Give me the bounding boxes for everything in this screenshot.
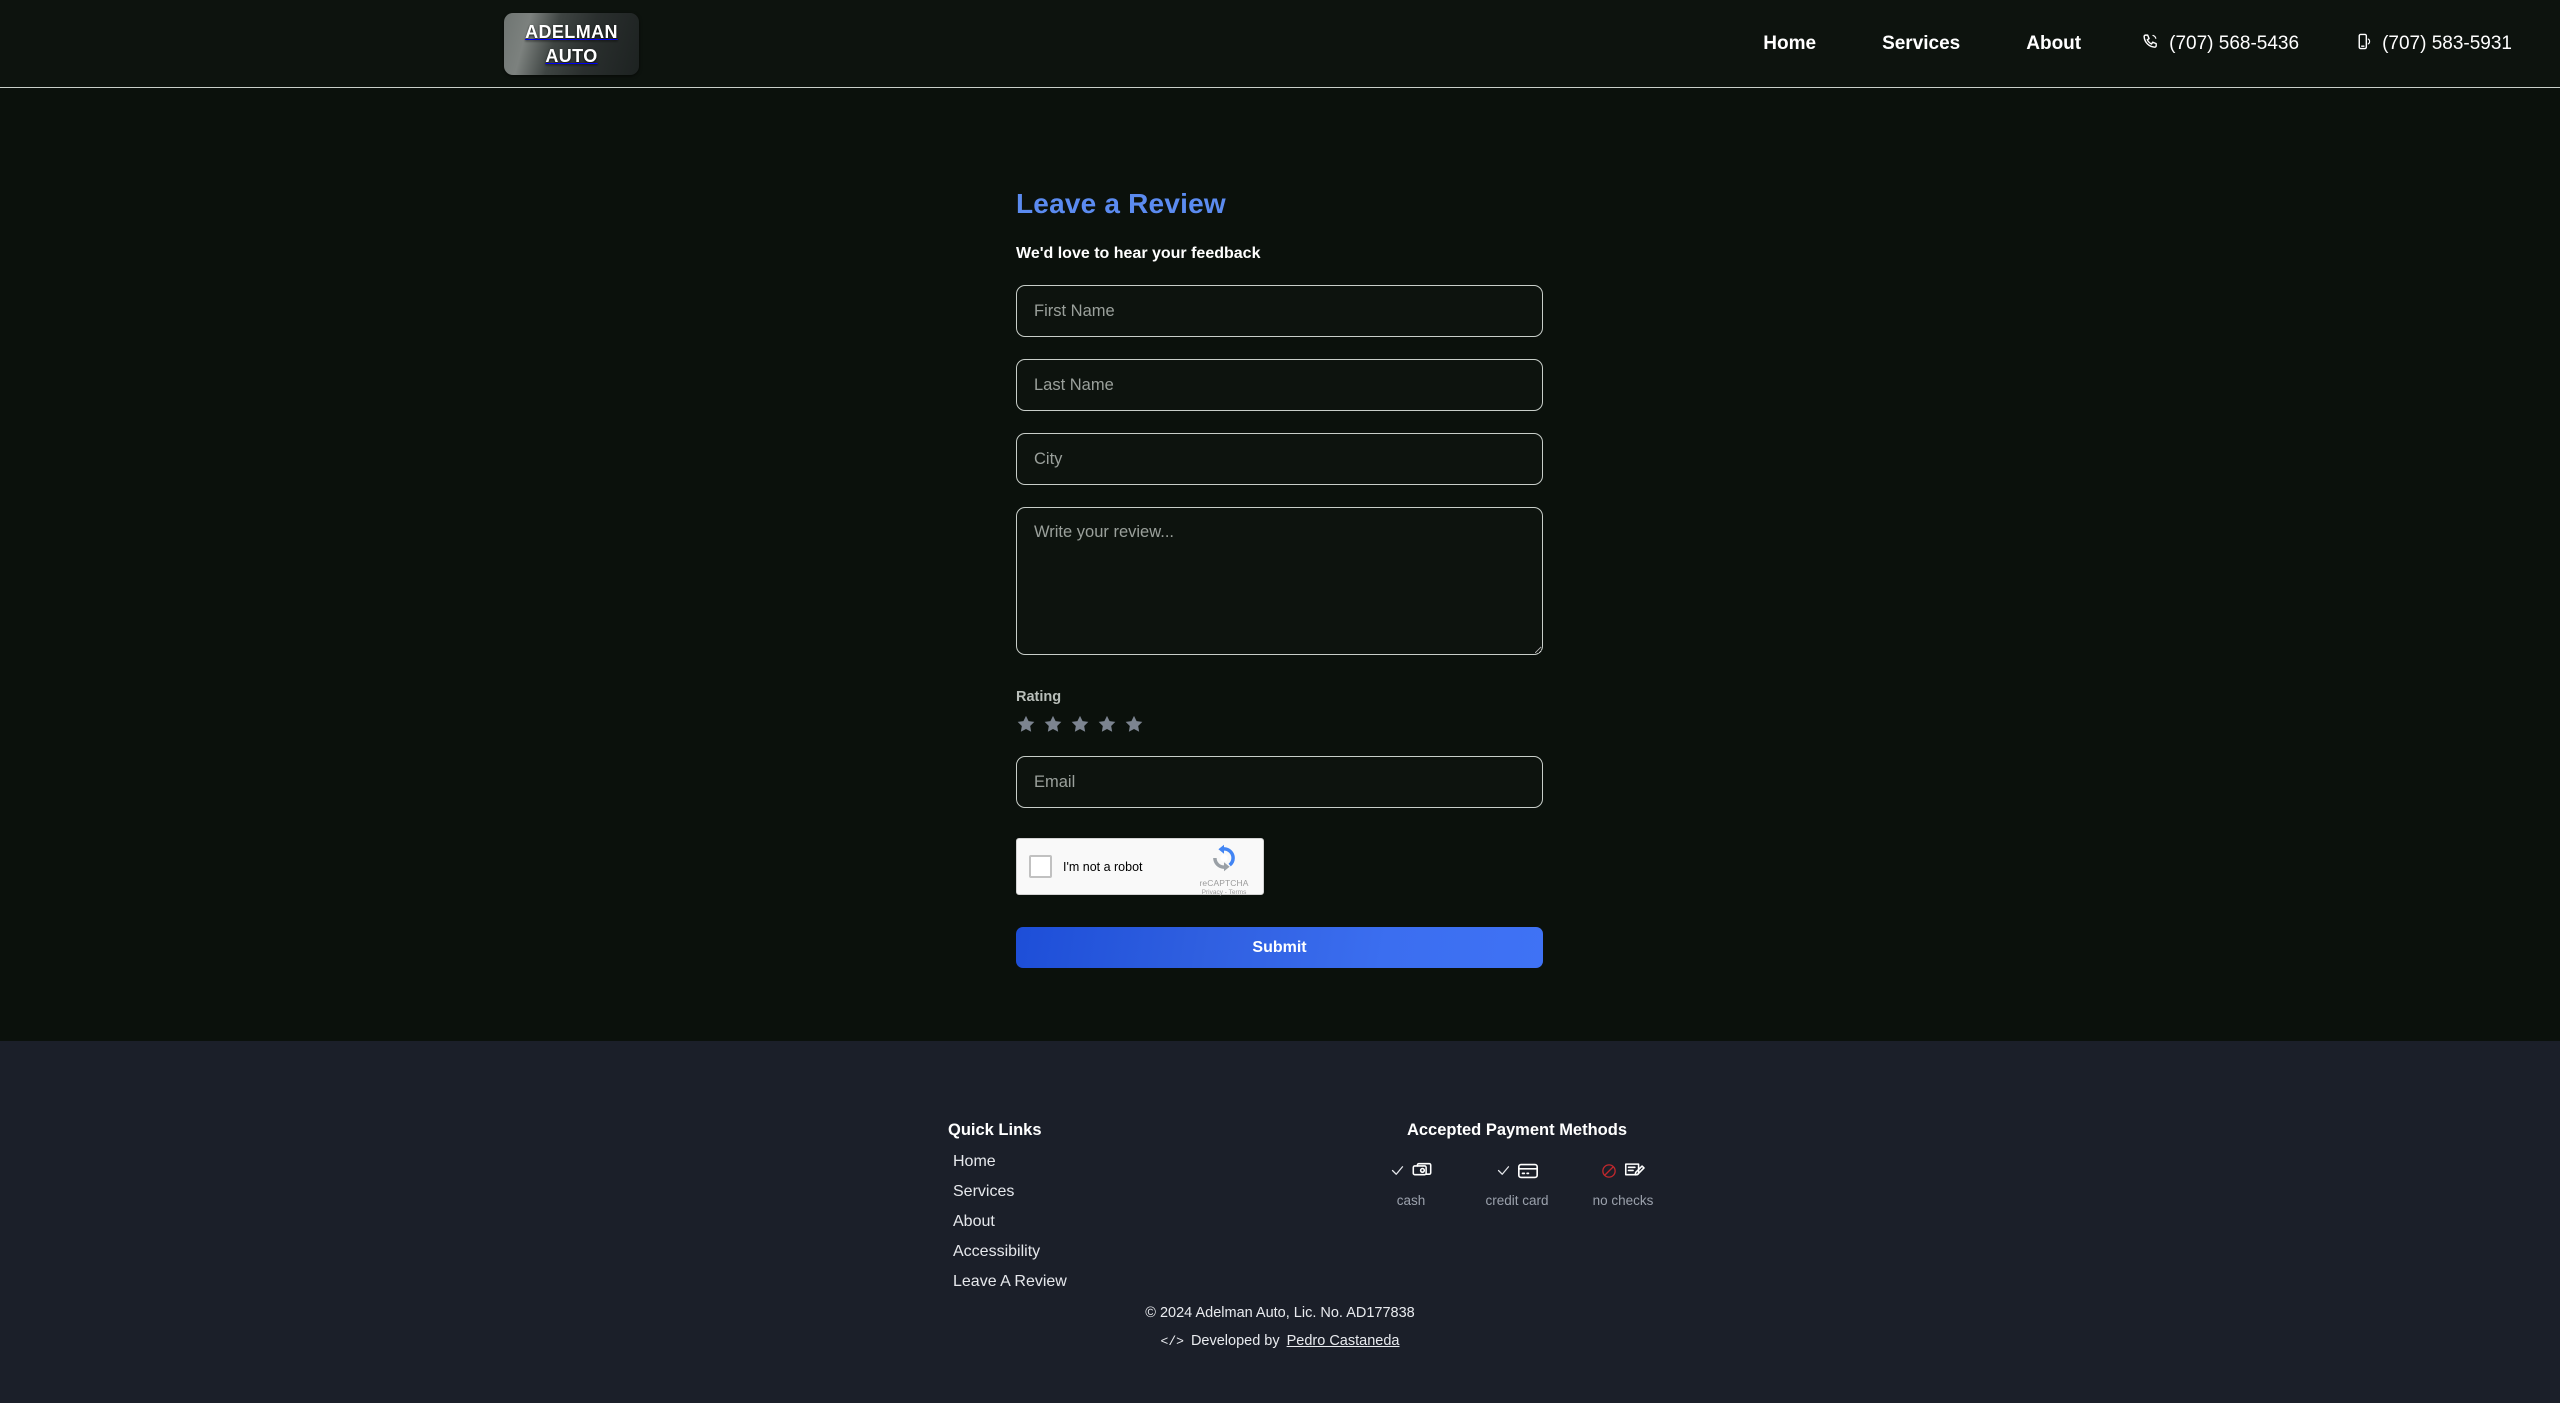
footer-payment-methods: Accepted Payment Methods cash credit car… (1379, 1121, 1655, 1208)
list-item: Accessibility (953, 1243, 1067, 1261)
mobile-phone-icon (2355, 33, 2372, 56)
star-icon-3[interactable] (1070, 714, 1090, 734)
review-form: Leave a Review We'd love to hear your fe… (1016, 88, 1543, 968)
footer-quick-links: Quick Links Home Services About Accessib… (948, 1121, 1067, 1291)
payment-method-no-checks: no checks (1591, 1161, 1655, 1208)
nav-phone-landline-label: (707) 568-5436 (2169, 33, 2300, 54)
cash-icon (1411, 1160, 1433, 1187)
payment-label-credit-card: credit card (1485, 1193, 1549, 1208)
nav-phone-mobile[interactable]: (707) 583-5931 (2327, 33, 2540, 56)
check-writing-icon (1623, 1160, 1645, 1187)
landline-phone-icon (2142, 33, 2159, 56)
nav-phone-landline[interactable]: (707) 568-5436 (2114, 33, 2327, 56)
developer-credit: </> Developed by Pedro Castaneda (0, 1333, 2560, 1349)
star-icon-4[interactable] (1097, 714, 1117, 734)
logo-line-2: AUTO (545, 46, 598, 66)
footer-link-leave-a-review[interactable]: Leave A Review (953, 1273, 1067, 1290)
developed-by-label: Developed by (1190, 1333, 1280, 1349)
star-icon-5[interactable] (1124, 714, 1144, 734)
recaptcha-label: I'm not a robot (1063, 859, 1143, 874)
primary-nav: Home Services About (707) 568-5436 (707)… (1730, 0, 2560, 88)
recaptcha-brand-name: reCAPTCHA (1199, 878, 1249, 888)
payment-method-credit-card: credit card (1485, 1161, 1549, 1208)
site-header: ADELMAN AUTO Home Services About (707) 5… (0, 0, 2560, 88)
footer-link-accessibility[interactable]: Accessibility (953, 1243, 1040, 1260)
city-input[interactable] (1016, 433, 1543, 485)
check-icon (1496, 1163, 1511, 1183)
site-footer: Quick Links Home Services About Accessib… (0, 1041, 2560, 1403)
footer-link-home[interactable]: Home (953, 1153, 996, 1170)
quick-links-title: Quick Links (948, 1121, 1042, 1139)
recaptcha-brand: reCAPTCHA Privacy - Terms (1193, 844, 1255, 896)
nav-home[interactable]: Home (1730, 33, 1849, 55)
review-textarea[interactable] (1016, 507, 1543, 655)
rating-stars[interactable] (1016, 714, 1543, 734)
list-item: About (953, 1213, 1067, 1231)
recaptcha-checkbox[interactable] (1029, 855, 1052, 878)
form-subtitle: We'd love to hear your feedback (1016, 245, 1261, 262)
footer-link-about[interactable]: About (953, 1213, 995, 1230)
logo-line-1: ADELMAN (525, 21, 618, 42)
main-content: Leave a Review We'd love to hear your fe… (0, 88, 2560, 1041)
recaptcha-legal: Privacy - Terms (1201, 889, 1247, 896)
list-item: Services (953, 1183, 1067, 1201)
developer-link[interactable]: Pedro Castaneda (1287, 1333, 1400, 1349)
footer-copyright: © 2024 Adelman Auto, Lic. No. AD177838 <… (0, 1305, 2560, 1349)
list-item: Leave A Review (953, 1273, 1067, 1291)
list-item: Home (953, 1153, 1067, 1171)
payment-label-no-checks: no checks (1592, 1193, 1654, 1208)
payment-label-cash: cash (1396, 1193, 1426, 1208)
check-icon (1390, 1163, 1405, 1183)
first-name-input[interactable] (1016, 285, 1543, 337)
star-icon-2[interactable] (1043, 714, 1063, 734)
payment-method-cash: cash (1379, 1161, 1443, 1208)
site-logo[interactable]: ADELMAN AUTO (504, 13, 639, 75)
payment-methods-title: Accepted Payment Methods (1406, 1121, 1628, 1139)
submit-button[interactable]: Submit (1016, 927, 1543, 968)
nav-services[interactable]: Services (1849, 33, 1993, 55)
prohibited-icon (1601, 1163, 1617, 1184)
copyright-text: © 2024 Adelman Auto, Lic. No. AD177838 (1145, 1305, 1415, 1321)
recaptcha-widget[interactable]: I'm not a robot reCAPTCHA Privacy - Term… (1016, 838, 1264, 896)
nav-about[interactable]: About (1993, 33, 2114, 55)
rating-label: Rating (1016, 689, 1062, 705)
recaptcha-logo-icon (1213, 844, 1235, 872)
email-input[interactable] (1016, 756, 1543, 808)
footer-link-services[interactable]: Services (953, 1183, 1014, 1200)
code-icon: </> (1160, 1333, 1184, 1349)
page-title: Leave a Review (1016, 188, 1226, 219)
credit-card-icon (1517, 1160, 1539, 1187)
star-icon-1[interactable] (1016, 714, 1036, 734)
last-name-input[interactable] (1016, 359, 1543, 411)
nav-phone-mobile-label: (707) 583-5931 (2382, 33, 2512, 54)
